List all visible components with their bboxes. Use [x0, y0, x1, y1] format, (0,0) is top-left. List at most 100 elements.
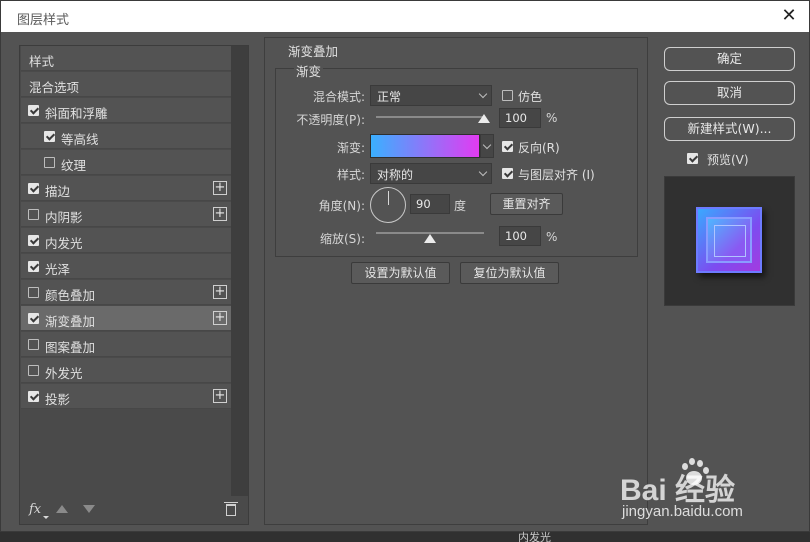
preview-thumbnail-inner — [706, 217, 752, 263]
scale-label: 缩放(S): — [319, 232, 365, 246]
add-effect-icon[interactable]: + — [213, 311, 227, 325]
list-scrollbar[interactable] — [231, 46, 248, 496]
set-default-button[interactable]: 设置为默认值 — [351, 262, 450, 284]
scale-slider-thumb[interactable] — [424, 234, 436, 243]
style-list-item[interactable]: 纹理 — [21, 150, 231, 175]
style-value: 对称的 — [377, 168, 414, 182]
add-effect-icon[interactable]: + — [213, 389, 227, 403]
style-list-item[interactable]: 内发光 — [21, 228, 231, 253]
watermark-url: jingyan.baidu.com — [622, 503, 743, 520]
opacity-unit: % — [546, 111, 558, 125]
align-with-layer-checkbox[interactable]: 与图层对齐 (I) — [502, 166, 602, 182]
style-checkbox[interactable] — [28, 235, 39, 246]
background-layers-panel — [0, 532, 810, 542]
style-list-label: 等高线 — [61, 132, 99, 147]
align-label: 与图层对齐 (I) — [518, 168, 595, 182]
dither-label: 仿色 — [518, 90, 543, 104]
section-title: 渐变叠加 — [286, 41, 341, 60]
scale-input[interactable]: 100 — [499, 226, 541, 246]
style-list-item[interactable]: 外发光 — [21, 358, 231, 383]
angle-input[interactable]: 90 — [410, 194, 450, 214]
style-select[interactable]: 对称的 — [370, 163, 492, 184]
style-checkbox[interactable] — [28, 261, 39, 272]
style-list-item[interactable]: 内阴影 + — [21, 202, 231, 227]
preview-label: 预览(V) — [707, 153, 749, 167]
style-list-item[interactable]: 颜色叠加 + — [21, 280, 231, 305]
preview-checkbox[interactable]: 预览(V) — [687, 151, 767, 167]
trash-icon[interactable] — [224, 502, 238, 516]
blend-mode-select[interactable]: 正常 — [370, 85, 492, 106]
opacity-input[interactable]: 100 — [499, 108, 541, 128]
style-list-label: 内发光 — [45, 236, 83, 251]
style-list-item[interactable]: 光泽 — [21, 254, 231, 279]
style-list-label: 光泽 — [45, 262, 71, 277]
chevron-down-icon — [478, 167, 488, 177]
angle-label: 角度(N): — [318, 199, 365, 213]
style-checkbox[interactable] — [28, 105, 39, 116]
fx-icon[interactable]: fx — [29, 502, 50, 519]
style-list-item[interactable]: 混合选项 — [21, 72, 231, 97]
background-layer-label: 内发光 — [518, 531, 551, 542]
style-checkbox[interactable] — [44, 157, 55, 168]
style-list-label: 内阴影 — [45, 210, 83, 225]
window-title: 图层样式 — [17, 13, 70, 28]
cancel-button[interactable]: 取消 — [664, 81, 795, 105]
style-checkbox[interactable] — [28, 183, 39, 194]
style-checkbox[interactable] — [28, 339, 39, 350]
chevron-down-icon — [482, 140, 492, 150]
angle-dial[interactable] — [370, 187, 406, 223]
reverse-label: 反向(R) — [518, 141, 560, 155]
preview-thumbnail — [696, 207, 762, 273]
reset-align-button[interactable]: 重置对齐 — [490, 193, 563, 215]
style-checkbox[interactable] — [28, 391, 39, 402]
new-style-button[interactable]: 新建样式(W)... — [664, 117, 795, 141]
blend-mode-label: 混合模式: — [312, 90, 365, 104]
gradient-picker-dropdown[interactable] — [480, 134, 494, 158]
baidu-watermark: Bai 经验 jingyan.baidu.com — [620, 458, 800, 525]
angle-dial-needle — [388, 191, 389, 205]
style-list-label: 投影 — [45, 392, 71, 407]
style-list-item[interactable]: 斜面和浮雕 — [21, 98, 231, 123]
styles-list: 样式混合选项斜面和浮雕等高线纹理描边 + 内阴影 + 内发光光泽颜色叠加 + 渐变叠加 + 图案… — [19, 45, 249, 525]
style-list-item[interactable]: 描边 + — [21, 176, 231, 201]
add-effect-icon[interactable]: + — [213, 181, 227, 195]
style-list-item[interactable]: 投影 + — [21, 384, 231, 409]
paw-icon — [680, 457, 710, 487]
dither-check-icon — [502, 90, 513, 101]
chevron-down-icon — [478, 89, 488, 99]
style-checkbox[interactable] — [28, 209, 39, 220]
style-checkbox[interactable] — [28, 313, 39, 324]
scale-unit: % — [546, 230, 558, 244]
style-list-label: 斜面和浮雕 — [45, 106, 108, 121]
style-list-label: 渐变叠加 — [45, 314, 96, 329]
move-down-icon[interactable] — [83, 505, 95, 513]
add-effect-icon[interactable]: + — [213, 207, 227, 221]
style-list-item[interactable]: 图案叠加 — [21, 332, 231, 357]
style-list-label: 混合选项 — [29, 80, 80, 95]
style-list-label: 纹理 — [61, 158, 87, 173]
close-icon[interactable]: ✕ — [779, 6, 799, 26]
add-effect-icon[interactable]: + — [213, 285, 227, 299]
style-list-item[interactable]: 渐变叠加 + — [21, 306, 231, 331]
style-preview — [664, 176, 795, 306]
gradient-swatch[interactable] — [370, 134, 480, 158]
opacity-slider[interactable] — [376, 116, 484, 118]
reset-default-button[interactable]: 复位为默认值 — [460, 262, 559, 284]
opacity-label: 不透明度(P): — [296, 113, 365, 127]
style-checkbox[interactable] — [28, 287, 39, 298]
move-up-icon[interactable] — [56, 505, 68, 513]
list-footer: fx — [20, 498, 248, 524]
scale-value: 100 — [505, 229, 527, 243]
style-checkbox[interactable] — [44, 131, 55, 142]
angle-unit: 度 — [454, 199, 467, 213]
dither-checkbox[interactable]: 仿色 — [502, 88, 562, 104]
align-check-icon — [502, 168, 513, 179]
style-list-item[interactable]: 等高线 — [21, 124, 231, 149]
style-checkbox[interactable] — [28, 365, 39, 376]
opacity-slider-thumb[interactable] — [478, 114, 490, 123]
ok-button[interactable]: 确定 — [664, 47, 795, 71]
angle-value: 90 — [416, 197, 431, 211]
style-list-item[interactable]: 样式 — [21, 46, 231, 71]
reverse-checkbox[interactable]: 反向(R) — [502, 139, 572, 155]
layer-style-dialog: 图层样式 ✕ 样式混合选项斜面和浮雕等高线纹理描边 + 内阴影 + 内发光光泽颜色叠加 +… — [0, 0, 810, 532]
